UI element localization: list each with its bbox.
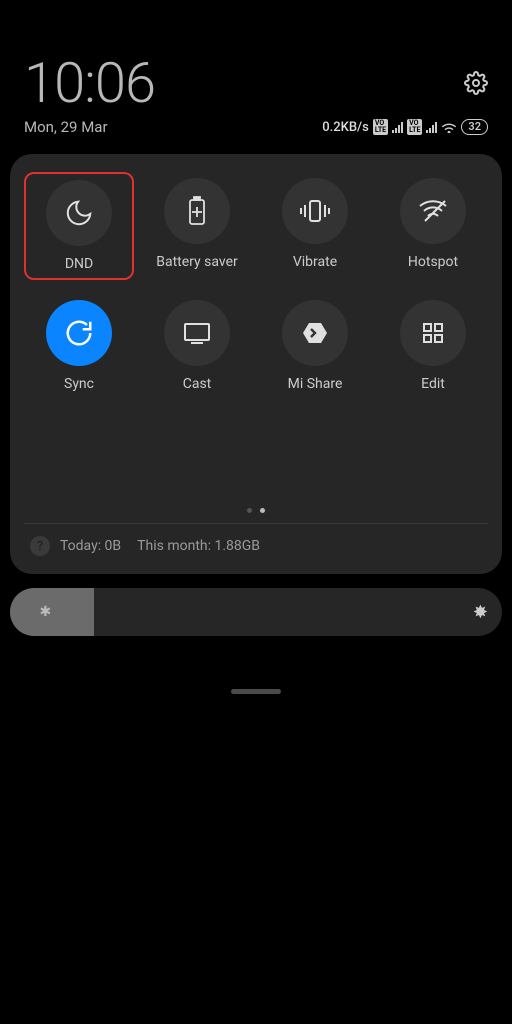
tile-edit[interactable]: Edit [378, 294, 488, 398]
tile-battery-saver[interactable]: Battery saver [142, 172, 252, 280]
wifi-icon [441, 121, 457, 133]
tile-label: Mi Share [288, 376, 343, 392]
tile-dnd[interactable]: DND [24, 172, 134, 280]
tile-circle [46, 180, 112, 246]
mi-share-icon [301, 319, 329, 347]
quick-settings-panel: DND Battery saver Vibrate Hotspot Sync [10, 154, 502, 574]
battery-level: 32 [461, 119, 488, 135]
tile-label: Hotspot [408, 254, 458, 270]
tile-sync[interactable]: Sync [24, 294, 134, 398]
brightness-high-icon: ✸ [473, 602, 488, 623]
signal-1-icon [392, 121, 403, 133]
brightness-fill [10, 588, 94, 636]
usage-month: This month: 1.88GB [137, 538, 260, 554]
sim1-badge: VOLTE [373, 119, 388, 135]
tile-label: Cast [183, 376, 212, 392]
tile-cast[interactable]: Cast [142, 294, 252, 398]
tiles-grid: DND Battery saver Vibrate Hotspot Sync [24, 172, 488, 398]
network-speed: 0.2KB/s [322, 120, 369, 135]
clock-time: 10:06 [24, 50, 155, 116]
tile-hotspot[interactable]: Hotspot [378, 172, 488, 280]
cast-icon [182, 321, 212, 345]
moon-icon [64, 198, 94, 228]
nav-handle[interactable] [231, 689, 281, 694]
help-icon: ? [30, 536, 50, 556]
settings-button[interactable] [464, 71, 488, 95]
tile-circle [282, 178, 348, 244]
gear-icon [464, 71, 488, 95]
signal-2-icon [426, 121, 437, 133]
tile-label: Battery saver [156, 254, 237, 270]
tile-circle [400, 300, 466, 366]
page-dot-active [260, 508, 265, 513]
battery-plus-icon [186, 196, 208, 226]
page-indicator [24, 508, 488, 513]
tile-circle [400, 178, 466, 244]
status-icons: 0.2KB/s VOLTE VOLTE 32 [322, 119, 488, 135]
tile-label: Edit [421, 376, 445, 392]
tile-label: Vibrate [293, 254, 337, 270]
date-label: Mon, 29 Mar [24, 118, 108, 136]
brightness-slider[interactable]: ✱ ✸ [10, 588, 502, 636]
usage-today: Today: 0B [60, 538, 121, 554]
status-header: 10:06 Mon, 29 Mar 0.2KB/s VOLTE VOLTE 32 [0, 0, 512, 146]
vibrate-icon [298, 197, 332, 225]
divider [24, 523, 488, 524]
sync-icon [64, 318, 94, 348]
tile-vibrate[interactable]: Vibrate [260, 172, 370, 280]
tile-label: Sync [64, 376, 94, 392]
data-usage-row[interactable]: ? Today: 0B This month: 1.88GB [24, 532, 488, 560]
tile-circle [164, 300, 230, 366]
page-dot [247, 508, 252, 513]
tile-circle [282, 300, 348, 366]
tile-mi-share[interactable]: Mi Share [260, 294, 370, 398]
brightness-low-icon: ✱ [40, 604, 52, 620]
hotspot-icon [417, 199, 449, 223]
tile-circle [164, 178, 230, 244]
sim2-badge: VOLTE [407, 119, 422, 135]
tile-circle [46, 300, 112, 366]
grid-icon [421, 321, 445, 345]
tile-label: DND [65, 256, 93, 272]
